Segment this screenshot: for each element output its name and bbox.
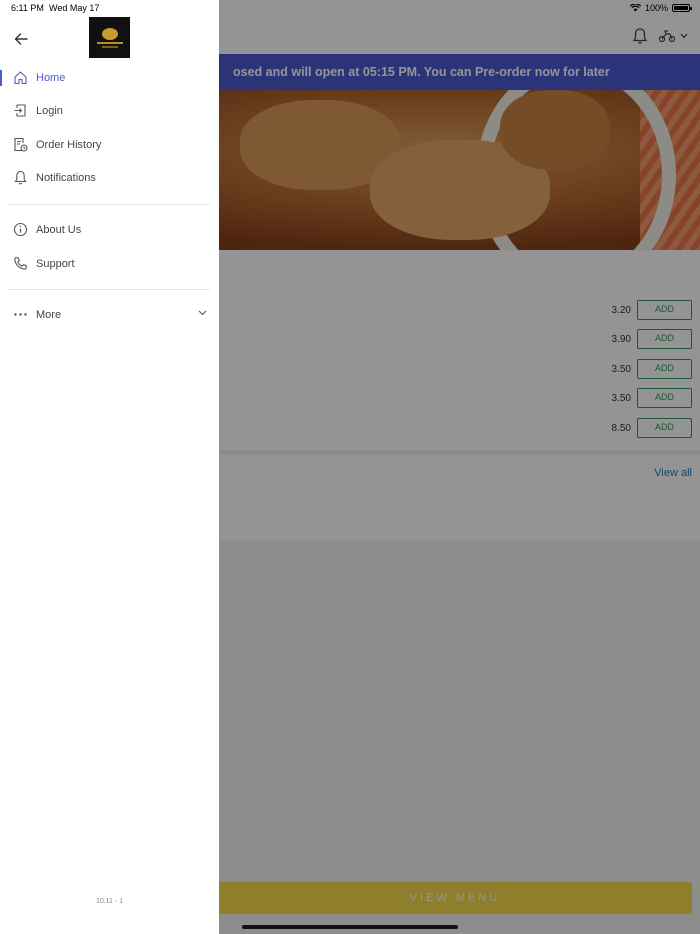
drawer-divider (8, 289, 210, 290)
drawer-status-bar: 6:11 PM Wed May 17 (0, 0, 219, 18)
navigation-drawer: 6:11 PM Wed May 17 Home Login Order Hist… (0, 0, 219, 934)
nav-item-support[interactable]: Support (0, 249, 219, 279)
phone-icon (14, 257, 27, 270)
back-arrow-icon[interactable] (12, 30, 30, 48)
info-icon (13, 222, 28, 237)
status-date: Wed May 17 (49, 3, 100, 13)
nav-item-home[interactable]: Home (0, 63, 219, 93)
nav-label: More (36, 309, 62, 321)
restaurant-logo (89, 17, 130, 58)
chevron-down-icon (198, 310, 207, 316)
home-icon (14, 71, 27, 85)
bell-icon (14, 170, 27, 185)
more-dots-icon (14, 313, 27, 316)
status-time: 6:11 PM (11, 3, 44, 13)
active-indicator (0, 70, 2, 86)
nav-label: Order History (36, 139, 102, 151)
order-history-icon (14, 137, 28, 152)
nav-item-login[interactable]: Login (0, 96, 219, 126)
nav-label: Home (36, 72, 66, 84)
nav-label: Notifications (36, 172, 96, 184)
home-indicator (242, 925, 458, 929)
app-version: 10.11 - 1 (95, 898, 124, 905)
nav-item-about-us[interactable]: About Us (0, 215, 219, 245)
nav-label: About Us (36, 224, 82, 236)
login-icon (14, 104, 26, 117)
nav-item-order-history[interactable]: Order History (0, 130, 219, 160)
nav-label: Login (36, 105, 63, 117)
nav-item-notifications[interactable]: Notifications (0, 163, 219, 193)
nav-item-more[interactable]: More (0, 300, 219, 330)
drawer-divider (8, 204, 210, 205)
nav-label: Support (36, 258, 75, 270)
